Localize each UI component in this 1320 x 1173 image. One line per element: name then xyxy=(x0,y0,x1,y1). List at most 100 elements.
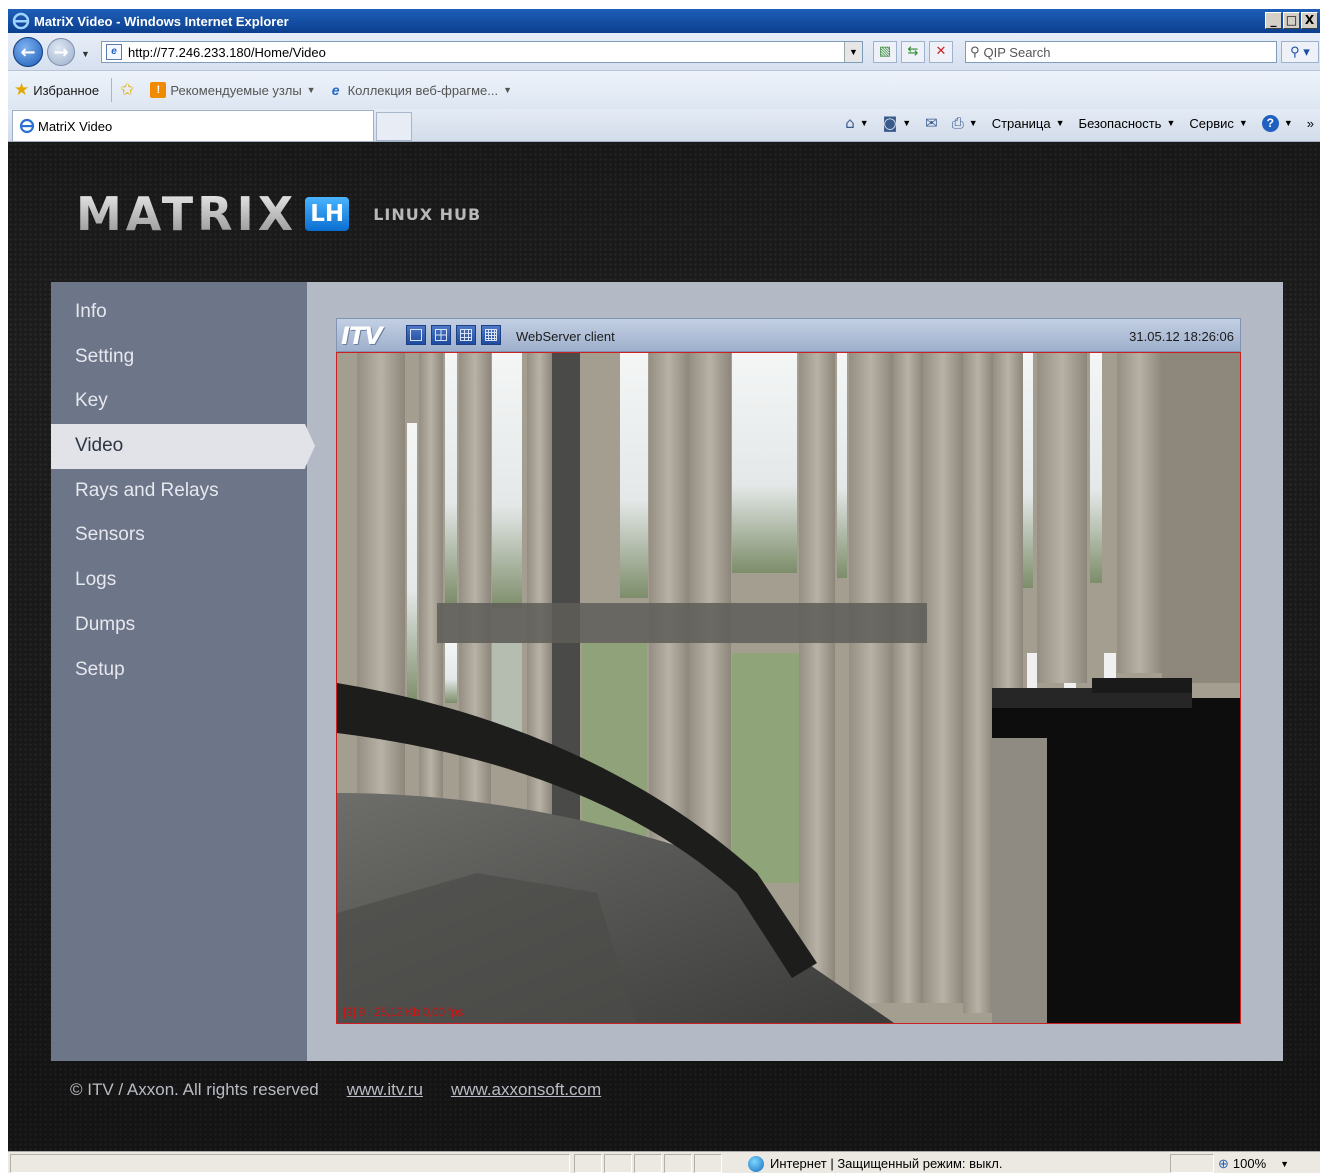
printer-icon: ⎙ xyxy=(951,114,964,132)
sidebar-item-label: Dumps xyxy=(75,613,136,635)
recommended-label: Рекомендуемые узлы xyxy=(170,82,302,98)
zoom-level: 100% xyxy=(1232,1156,1267,1171)
chevron-down-icon: ▼ xyxy=(503,85,512,95)
sidebar-item-sensors[interactable]: Sensors xyxy=(51,513,307,558)
itv-link[interactable]: www.itv.ru xyxy=(347,1080,423,1100)
search-go-icon: ⚲ ▾ xyxy=(1290,44,1310,59)
refresh-button[interactable]: ⇆ xyxy=(901,41,925,63)
url-dropdown-button[interactable]: ▼ xyxy=(844,42,862,62)
safety-menu[interactable]: Безопасность ▼ xyxy=(1079,116,1176,131)
page-menu-label: Страница xyxy=(991,115,1051,131)
grid-2x2-icon xyxy=(435,329,447,341)
print-button[interactable]: ⎙ ▼ xyxy=(952,114,978,132)
stop-icon: ✕ xyxy=(935,44,947,59)
axxonsoft-link[interactable]: www.axxonsoft.com xyxy=(451,1080,601,1100)
sidebar-item-label: Video xyxy=(75,435,124,457)
search-input[interactable]: ⚲ QIP Search xyxy=(965,41,1277,63)
security-zone-label: Интернет | Защищенный режим: выкл. xyxy=(770,1156,1003,1171)
status-bar: Интернет | Защищенный режим: выкл. ⊕ 100… xyxy=(8,1151,1320,1173)
sidebar-item-label: Logs xyxy=(75,569,117,591)
sidebar-item-rays-and-relays[interactable]: Rays and Relays xyxy=(51,469,307,514)
page-menu[interactable]: Страница ▼ xyxy=(992,116,1065,131)
sidebar-menu: Info Setting Key Video Rays and Relays S… xyxy=(51,282,315,693)
arrow-left-icon: ← xyxy=(20,41,36,63)
chevron-down-icon: ▼ xyxy=(1166,118,1176,128)
sidebar-item-info[interactable]: Info xyxy=(51,290,307,335)
minimize-button[interactable]: _ xyxy=(1265,12,1282,29)
overflow-button[interactable]: » xyxy=(1307,116,1314,131)
sidebar-item-label: Setup xyxy=(75,658,125,680)
itv-logo: ITV xyxy=(341,322,383,350)
grid-4x4-icon xyxy=(485,329,497,341)
camera-video-frame[interactable]: [9] 9 : 25,12 Kb 0,00 fps xyxy=(336,352,1241,1024)
ie-page-icon: e xyxy=(331,82,340,98)
sidebar: Info Setting Key Video Rays and Relays S… xyxy=(51,282,315,1061)
sidebar-item-label: Setting xyxy=(75,345,135,367)
add-favorite-button[interactable]: ✩ xyxy=(120,80,138,100)
mail-button[interactable]: ✉ xyxy=(925,114,938,132)
sidebar-item-video[interactable]: Video xyxy=(51,424,315,469)
zoom-icon: ⊕ xyxy=(1218,1155,1229,1171)
window-titlebar: MatriX Video - Windows Internet Explorer… xyxy=(8,9,1320,33)
layout-2x2-button[interactable] xyxy=(431,325,451,345)
ie-logo-icon xyxy=(12,12,30,30)
logo-subtitle: LINUX HUB xyxy=(373,204,482,224)
new-tab-button[interactable] xyxy=(376,112,412,141)
sidebar-item-setup[interactable]: Setup xyxy=(51,648,307,693)
help-button[interactable]: ? ▼ xyxy=(1261,114,1293,132)
status-cell xyxy=(634,1154,662,1173)
zoom-control[interactable]: ⊕ 100% ▼ xyxy=(1218,1154,1289,1173)
sidebar-item-key[interactable]: Key xyxy=(51,379,307,424)
suggested-sites-icon: ! xyxy=(150,82,167,98)
grid-3x3-icon xyxy=(460,329,472,341)
tools-menu[interactable]: Сервис ▼ xyxy=(1189,116,1247,131)
sidebar-item-label: Sensors xyxy=(75,524,145,546)
maximize-button[interactable]: □ xyxy=(1283,12,1300,29)
url-field[interactable]: e http://77.246.233.180/Home/Video ▼ xyxy=(101,41,863,63)
recommended-sites-link[interactable]: ! Рекомендуемые узлы ▼ xyxy=(150,82,316,98)
stop-button[interactable]: ✕ xyxy=(929,41,953,63)
security-zone[interactable]: Интернет | Защищенный режим: выкл. xyxy=(748,1154,1002,1173)
search-placeholder: QIP Search xyxy=(983,44,1051,60)
layout-3x3-button[interactable] xyxy=(456,325,476,345)
close-button[interactable]: X xyxy=(1301,12,1318,29)
url-text: http://77.246.233.180/Home/Video xyxy=(128,44,326,60)
home-button[interactable]: ⌂ ▼ xyxy=(845,114,868,132)
search-go-button[interactable]: ⚲ ▾ xyxy=(1281,41,1319,63)
window-frame xyxy=(437,603,927,643)
command-bar: ⌂ ▼ ◙ ▼ ✉ ⎙ ▼ Страница ▼ Безопасность ▼ Серви… xyxy=(831,114,1314,132)
window-title: MatriX Video - Windows Internet Explorer xyxy=(34,13,289,29)
history-dropdown[interactable]: ▼ xyxy=(81,49,90,59)
sidebar-item-dumps[interactable]: Dumps xyxy=(51,603,307,648)
camera-image xyxy=(337,353,1240,1023)
sidebar-item-logs[interactable]: Logs xyxy=(51,558,307,603)
tab-matrix-video[interactable]: MatriX Video xyxy=(12,110,374,141)
matrix-logo[interactable]: MATRIX LH LINUX HUB xyxy=(76,187,481,241)
help-icon: ? xyxy=(1261,114,1279,132)
video-status-overlay: [9] 9 : 25,12 Kb 0,00 fps xyxy=(343,1005,463,1019)
globe-icon xyxy=(748,1155,764,1172)
feeds-button[interactable]: ◙ ▼ xyxy=(883,114,911,132)
home-icon: ⌂ xyxy=(845,114,855,132)
compatibility-button[interactable]: ▧ xyxy=(873,41,897,63)
sidebar-item-setting[interactable]: Setting xyxy=(51,335,307,380)
arrow-right-icon: → xyxy=(53,41,69,63)
favorites-button[interactable]: ★ Избранное xyxy=(14,80,99,100)
layout-1x1-button[interactable] xyxy=(406,325,426,345)
layout-4x4-button[interactable] xyxy=(481,325,501,345)
monitor-object xyxy=(992,678,1240,1023)
tab-label: MatriX Video xyxy=(38,118,113,134)
add-favorite-icon: ✩ xyxy=(120,80,135,100)
forward-button[interactable]: → xyxy=(47,38,75,66)
web-slice-gallery-link[interactable]: e Коллекция веб-фрагме... ▼ xyxy=(328,82,512,98)
favorites-bar: ★ Избранное ✩ ! Рекомендуемые узлы ▼ e К… xyxy=(8,71,1320,109)
overflow-icon: » xyxy=(1306,115,1314,131)
chevron-down-icon: ▼ xyxy=(902,118,912,128)
star-icon: ★ xyxy=(14,80,30,100)
back-button[interactable]: ← xyxy=(13,37,43,67)
sidebar-item-label: Key xyxy=(75,390,108,412)
protected-mode-cell[interactable] xyxy=(1170,1154,1214,1173)
status-cell xyxy=(694,1154,722,1173)
chevron-down-icon: ▼ xyxy=(1055,118,1065,128)
status-cell xyxy=(664,1154,692,1173)
